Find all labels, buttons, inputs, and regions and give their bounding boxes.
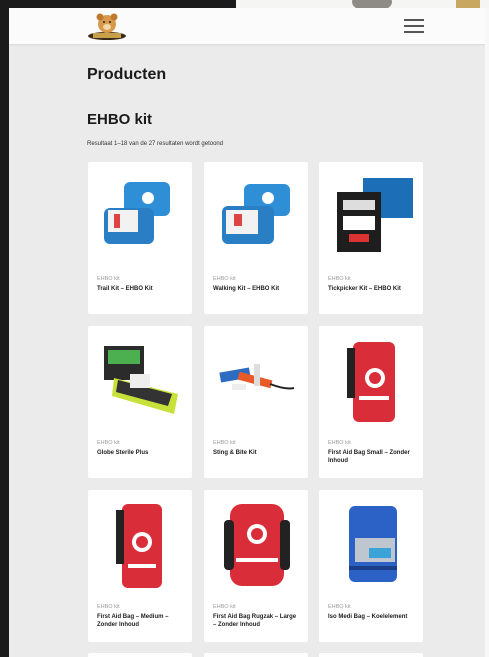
product-name[interactable]: Globe Sterile Plus (97, 450, 183, 458)
hamburger-menu-icon[interactable] (404, 18, 424, 34)
product-card-partial[interactable] (88, 653, 192, 657)
product-card-partial[interactable] (204, 653, 308, 657)
product-category: EHBO kit (328, 276, 351, 282)
product-category: EHBO kit (97, 604, 120, 610)
product-name[interactable]: First Aid Bag – Medium – Zonder Inhoud (97, 614, 183, 629)
page: Producten EHBO kit Resultaat 1–18 van de… (9, 8, 485, 657)
page-title: Producten (87, 66, 167, 83)
product-name[interactable]: Walking Kit – EHBO Kit (213, 286, 299, 294)
product-card[interactable]: EHBO kit Trail Kit – EHBO Kit (88, 162, 192, 314)
product-category: EHBO kit (97, 276, 120, 282)
product-card[interactable]: EHBO kit Globe Sterile Plus (88, 326, 192, 478)
product-name[interactable]: First Aid Bag Small – Zonder Inhoud (328, 450, 414, 465)
red-bag-image (325, 334, 417, 426)
product-card[interactable]: EHBO kit First Aid Bag – Medium – Zonder… (88, 490, 192, 642)
product-name[interactable]: Iso Medi Bag – Koelelement (328, 614, 414, 622)
category-title: EHBO kit (87, 111, 153, 128)
product-category: EHBO kit (328, 604, 351, 610)
product-name[interactable]: Trail Kit – EHBO Kit (97, 286, 183, 294)
product-card[interactable]: EHBO kit First Aid Bag Rugzak – Large – … (204, 490, 308, 642)
result-count: Resultaat 1–18 van de 27 resultaten word… (87, 141, 224, 147)
product-name[interactable]: Sting & Bite Kit (213, 450, 299, 458)
tools-set-image (210, 334, 302, 426)
green-pouch-image (94, 334, 186, 426)
blue-kit-image (210, 170, 302, 262)
teddy-bear-logo-icon[interactable] (87, 11, 127, 41)
product-name[interactable]: First Aid Bag Rugzak – Large – Zonder In… (213, 614, 299, 629)
product-category: EHBO kit (213, 440, 236, 446)
red-backpack-image (210, 498, 302, 590)
product-category: EHBO kit (97, 440, 120, 446)
page-edge (485, 8, 489, 657)
blue-kit-image (94, 170, 186, 262)
product-card-partial[interactable] (319, 653, 423, 657)
product-card[interactable]: EHBO kit Tickpicker Kit – EHBO Kit (319, 162, 423, 314)
product-card[interactable]: EHBO kit First Aid Bag Small – Zonder In… (319, 326, 423, 478)
blue-cooler-bag-image (325, 498, 417, 590)
black-card-kit-image (325, 170, 417, 262)
site-header (9, 8, 485, 44)
red-bag-image (94, 498, 186, 590)
product-name[interactable]: Tickpicker Kit – EHBO Kit (328, 286, 414, 294)
product-card[interactable]: EHBO kit Sting & Bite Kit (204, 326, 308, 478)
product-category: EHBO kit (213, 604, 236, 610)
product-card[interactable]: EHBO kit Iso Medi Bag – Koelelement (319, 490, 423, 642)
product-category: EHBO kit (213, 276, 236, 282)
product-card[interactable]: EHBO kit Walking Kit – EHBO Kit (204, 162, 308, 314)
product-category: EHBO kit (328, 440, 351, 446)
